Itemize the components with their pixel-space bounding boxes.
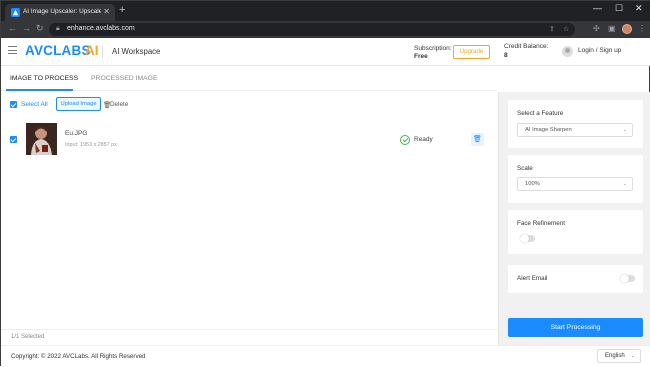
feature-select[interactable]: AI Image Sharpen ⌄ — [517, 123, 633, 137]
browser-tab-title: AI Image Upscaler: Upscale Imag... — [23, 8, 101, 15]
extensions-icon[interactable]: ✣ — [593, 24, 600, 33]
chevron-down-icon: ⌄ — [622, 127, 627, 133]
credit-balance-value: 8 — [504, 52, 508, 59]
brand-logo-ai: AI — [85, 43, 99, 58]
settings-panel: Select a Feature AI Image Sharpen ⌄ Scal… — [498, 92, 650, 345]
share-icon[interactable]: ⇪ — [549, 25, 555, 33]
feature-select-value: AI Image Sharpen — [525, 127, 572, 133]
select-all-label[interactable]: Select All — [21, 101, 48, 108]
side-panel-icon[interactable]: ▣ — [608, 24, 616, 33]
select-all-checkbox[interactable] — [10, 101, 17, 108]
thumbnail-image — [26, 123, 57, 155]
minimize-icon[interactable]: — — [593, 3, 602, 13]
active-tab-underline — [6, 89, 73, 91]
file-dimensions: Input: 1953 x 2857 px — [65, 142, 117, 148]
content-tabs: IMAGE TO PROCESS PROCESSED IMAGE — [1, 66, 497, 91]
forward-icon[interactable]: → — [22, 23, 31, 33]
page-footer: Copyright: © 2022 AVCLabs. All Rights Re… — [1, 345, 650, 367]
subscription-label: Subscription: — [414, 45, 452, 52]
scale-select-value: 100% — [525, 181, 540, 187]
delete-button[interactable]: Delete — [110, 101, 128, 108]
alert-email-card: Alert Email — [508, 265, 643, 293]
subscription-value: Free — [414, 53, 428, 60]
avclabs-favicon-icon — [11, 8, 20, 17]
alert-email-label: Alert Email — [517, 275, 548, 282]
scale-select[interactable]: 100% ⌄ — [517, 177, 633, 191]
browser-tab-strip: AI Image Upscaler: Upscale Imag... ✕ + —… — [1, 1, 650, 21]
trash-icon[interactable]: 🗑︎ — [471, 133, 484, 146]
ready-check-icon — [400, 135, 410, 145]
new-tab-icon[interactable]: + — [119, 4, 125, 16]
upgrade-button[interactable]: Upgrade — [453, 45, 490, 59]
face-refinement-card: Face Refinement — [508, 210, 643, 254]
start-processing-button[interactable]: Start Processing — [508, 318, 643, 337]
workspace-title: AI Workspace — [112, 47, 161, 56]
close-tab-icon[interactable]: ✕ — [103, 7, 110, 16]
bookmark-star-icon[interactable]: ☆ — [563, 25, 569, 33]
brand-logo[interactable]: AVCLABS — [25, 43, 91, 58]
url-text: enhance.avclabs.com — [67, 25, 135, 32]
selected-count: 1/1 Selected — [11, 334, 45, 340]
profile-avatar[interactable] — [622, 24, 632, 34]
address-bar[interactable]: 🔒︎ enhance.avclabs.com ⇪ ☆ — [49, 23, 575, 36]
file-name: Eu.JPG — [65, 130, 88, 137]
app-header: AVCLABS AI AI Workspace Subscription: Fr… — [1, 38, 650, 66]
tab-image-to-process[interactable]: IMAGE TO PROCESS — [10, 75, 78, 82]
tab-processed-image[interactable]: PROCESSED IMAGE — [91, 75, 157, 82]
alert-email-toggle[interactable] — [620, 274, 635, 283]
reload-icon[interactable]: ↻ — [36, 23, 44, 34]
upload-image-button[interactable]: Upload Image — [56, 97, 101, 111]
file-thumbnail[interactable] — [26, 123, 57, 155]
file-status: Ready — [414, 136, 433, 143]
chevron-down-icon: ⌄ — [622, 181, 627, 187]
user-avatar-icon[interactable] — [562, 46, 573, 57]
browser-window: AI Image Upscaler: Upscale Imag... ✕ + —… — [0, 0, 650, 367]
login-signup-link[interactable]: Login / Sign up — [578, 47, 621, 54]
copyright-text: Copyright: © 2022 AVCLabs. All Rights Re… — [11, 353, 146, 360]
file-checkbox[interactable] — [10, 136, 17, 143]
browser-toolbar: ← → ↻ 🔒︎ enhance.avclabs.com ⇪ ☆ ✣ ▣ ⋮ — [1, 21, 650, 38]
browser-tab[interactable]: AI Image Upscaler: Upscale Imag... ✕ — [5, 4, 115, 21]
footer-divider — [1, 329, 497, 330]
maximize-icon[interactable]: ☐ — [615, 3, 623, 14]
back-icon[interactable]: ← — [8, 23, 17, 33]
scale-card: Scale 100% ⌄ — [508, 155, 643, 203]
close-window-icon[interactable]: ✕ — [635, 3, 643, 14]
face-refinement-label: Face Refinement — [517, 220, 565, 227]
scale-label: Scale — [517, 165, 533, 172]
language-value: English — [605, 353, 625, 359]
more-menu-icon[interactable]: ⋮ — [638, 24, 646, 33]
chevron-down-icon: ⌄ — [630, 353, 635, 359]
face-refinement-toggle[interactable] — [520, 234, 535, 243]
hamburger-menu-icon[interactable] — [8, 46, 17, 54]
credit-balance-label: Credit Balance: — [504, 43, 549, 50]
lock-icon: 🔒︎ — [56, 25, 60, 32]
feature-card: Select a Feature AI Image Sharpen ⌄ — [508, 100, 643, 148]
feature-label: Select a Feature — [517, 110, 564, 117]
language-select[interactable]: English ⌄ — [597, 349, 641, 363]
header-divider — [102, 46, 103, 58]
